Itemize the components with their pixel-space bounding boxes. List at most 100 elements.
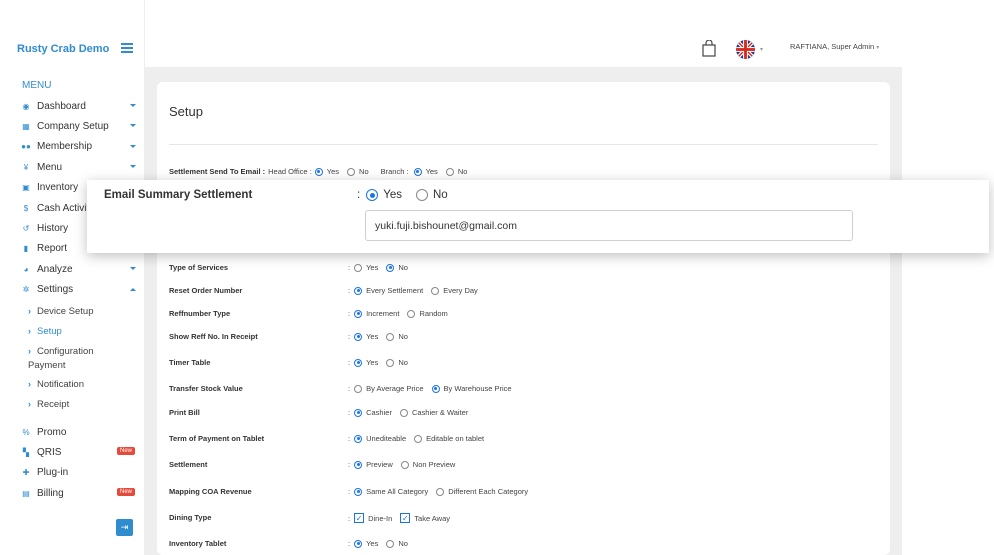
option-radio[interactable]: Cashier & Waiter [399, 408, 469, 417]
sidebar-sub-setup[interactable]: › Setup [28, 326, 62, 337]
app-root: Rusty Crab Demo MENU ◉ Dashboard ▦ Compa… [0, 0, 994, 555]
setting-options: : Preview Non Preview [348, 460, 463, 469]
language-caret-icon[interactable]: ▾ [760, 46, 763, 53]
radio-unchecked-icon [386, 539, 395, 548]
option-radio[interactable]: Preview [354, 460, 393, 469]
sidebar-item-membership[interactable]: ●● Membership [0, 137, 145, 157]
head-office-no-radio[interactable]: No [347, 167, 369, 176]
sidebar-item-billing[interactable]: ▤ Billing New [0, 483, 145, 503]
option-radio[interactable]: No [386, 539, 408, 548]
option-label: No [398, 539, 408, 548]
sidebar-item-menu[interactable]: ¥ Menu [0, 157, 145, 177]
colon: : [357, 189, 361, 201]
sidebar-sub-configuration-payment[interactable]: › Configuration [28, 346, 94, 357]
option-checkbox[interactable]: ✓ Take Away [400, 513, 450, 523]
radio-unchecked-icon [445, 167, 454, 176]
option-radio[interactable]: Non Preview [400, 460, 455, 469]
hamburger-icon[interactable] [121, 43, 133, 53]
sidebar-item-label: History [37, 223, 69, 235]
sidebar-item-label: Analyze [37, 263, 73, 275]
head-office-yes-radio[interactable]: Yes [314, 167, 340, 176]
setting-options: : Cashier Cashier & Waiter [348, 408, 476, 417]
option-radio[interactable]: Yes [354, 263, 378, 272]
sidebar-item-settings[interactable]: ✲ Settings [0, 280, 145, 300]
chevron-right-icon: › [28, 379, 31, 389]
option-label: Random [419, 309, 448, 318]
radio-unchecked-icon [400, 460, 409, 469]
logout-button[interactable]: ⇥ [116, 519, 133, 536]
sidebar-nav-secondary: % Promo ▚ QRIS New ✚ Plug-in ▤ Billing N… [0, 422, 145, 504]
radio-checked-icon [354, 539, 363, 548]
shopping-bag-icon[interactable] [702, 40, 716, 57]
radio-unchecked-icon [347, 167, 356, 176]
caret-down-icon [130, 165, 136, 169]
chart-pie-icon: ◕ [23, 264, 29, 274]
radio-unchecked-icon [414, 434, 423, 443]
radio-checked-icon [413, 167, 422, 176]
sidebar-item-label: Inventory [37, 182, 79, 194]
option-radio[interactable]: Unediteable [354, 434, 406, 443]
colon: : [348, 408, 351, 417]
colon: : [348, 286, 351, 295]
option-label: Cashier & Waiter [411, 408, 469, 417]
radio-checked-icon [314, 167, 323, 176]
option-radio[interactable]: No [386, 263, 408, 272]
sidebar-item-promo[interactable]: % Promo [0, 422, 145, 442]
sidebar-item-plug-in[interactable]: ✚ Plug-in [0, 463, 145, 483]
sidebar-item-qris[interactable]: ▚ QRIS New [0, 442, 145, 462]
user-name: RAFTIANA, Super Admin [790, 42, 875, 51]
colon: : [348, 487, 351, 496]
sidebar-item-label: Billing [37, 487, 64, 499]
setting-label: Inventory Tablet [169, 539, 227, 548]
option-radio[interactable]: Same All Category [354, 487, 428, 496]
sidebar-item-company-setup[interactable]: ▦ Company Setup [0, 116, 145, 136]
sidebar-sub-configuration-payment-line2: Payment [28, 360, 66, 371]
qr-icon: ▚ [22, 448, 30, 458]
option-label: No [457, 167, 468, 176]
logout-icon: ⇥ [120, 522, 129, 532]
branch-yes-radio[interactable]: Yes [413, 167, 438, 176]
user-menu[interactable]: RAFTIANA, Super Admin ▾ [790, 42, 879, 51]
sidebar-sub-device-setup[interactable]: › Device Setup [28, 306, 94, 317]
uk-flag-icon[interactable] [736, 40, 755, 59]
option-radio[interactable]: Yes [354, 332, 378, 341]
sidebar-item-label: QRIS [37, 447, 62, 459]
option-radio[interactable]: Cashier [354, 408, 392, 417]
colon: : [348, 309, 351, 318]
option-label: Different Each Category [448, 487, 529, 496]
option-checkbox[interactable]: ✓ Dine-In [354, 513, 392, 523]
option-label: Unediteable [366, 434, 407, 443]
option-radio[interactable]: Increment [354, 309, 399, 318]
option-radio[interactable]: Yes [354, 539, 378, 548]
option-radio[interactable]: By Warehouse Price [431, 384, 512, 393]
option-radio[interactable]: Every Settlement [354, 286, 423, 295]
option-radio[interactable]: Different Each Category [436, 487, 528, 496]
sidebar-item-label: Dashboard [37, 100, 86, 112]
sidebar-sub-receipt[interactable]: › Receipt [28, 399, 69, 410]
sidebar-item-analyze[interactable]: ◕ Analyze [0, 259, 145, 279]
option-radio[interactable]: Yes [354, 358, 378, 367]
option-label: Take Away [414, 513, 450, 523]
caret-down-icon [130, 144, 136, 148]
option-radio[interactable]: Random [407, 309, 448, 318]
branch-no-radio[interactable]: No [445, 167, 468, 176]
option-label: No [398, 263, 408, 272]
option-label: Yes [326, 167, 340, 176]
option-radio[interactable]: No [386, 332, 408, 341]
email-input[interactable]: yuki.fuji.bishounet@gmail.com [365, 210, 853, 241]
email-summary-yes-radio[interactable]: Yes [366, 189, 402, 201]
option-radio[interactable]: Editable on tablet [414, 434, 484, 443]
option-radio[interactable]: By Average Price [354, 384, 424, 393]
option-label: Preview [366, 460, 393, 469]
option-label: No [398, 358, 408, 367]
sidebar-item-dashboard[interactable]: ◉ Dashboard [0, 96, 145, 116]
radio-unchecked-icon [386, 358, 395, 367]
option-radio[interactable]: No [386, 358, 408, 367]
radio-checked-icon [366, 189, 379, 201]
option-radio[interactable]: Every Day [431, 286, 478, 295]
sidebar-sub-notification[interactable]: › Notification [28, 379, 84, 390]
brand-name[interactable]: Rusty Crab Demo [17, 43, 109, 55]
email-summary-no-radio[interactable]: No [415, 189, 448, 201]
option-label: Same All Category [366, 487, 429, 496]
setting-options: : Yes No [348, 263, 416, 272]
